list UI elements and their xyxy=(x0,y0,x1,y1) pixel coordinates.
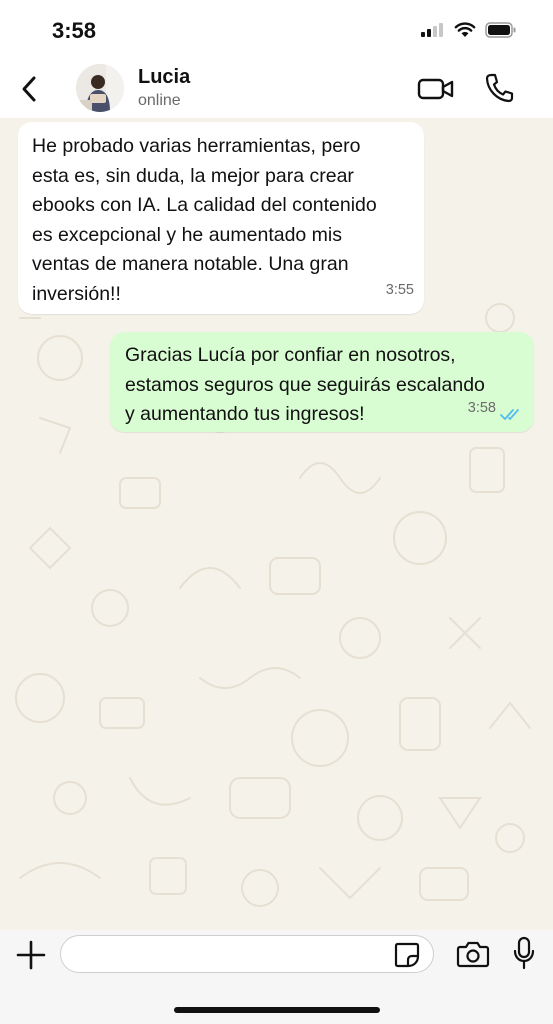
phone-icon[interactable] xyxy=(484,72,514,104)
chat-area[interactable]: He probado varias herramientas, pero est… xyxy=(0,118,553,930)
status-bar: 3:58 xyxy=(0,0,553,60)
avatar[interactable] xyxy=(76,64,124,112)
chat-header: Lucia online xyxy=(0,60,553,118)
double-check-read-icon xyxy=(500,409,519,420)
battery-icon xyxy=(485,22,516,38)
cellular-signal-icon xyxy=(421,23,443,37)
status-icons xyxy=(421,22,517,38)
microphone-icon[interactable] xyxy=(512,936,536,970)
video-camera-icon[interactable] xyxy=(417,74,455,104)
contact-photo xyxy=(76,64,124,112)
wifi-icon xyxy=(454,22,476,37)
chevron-left-icon[interactable] xyxy=(16,72,44,106)
camera-icon[interactable] xyxy=(456,939,490,969)
contact-name[interactable]: Lucia xyxy=(138,66,190,89)
message-time: 3:55 xyxy=(385,281,414,298)
contact-status: online xyxy=(138,92,181,109)
outgoing-message[interactable]: Gracias Lucía por confiar en nosotros, e… xyxy=(110,332,534,432)
status-time: 3:58 xyxy=(52,18,97,43)
input-bar xyxy=(0,930,553,1024)
message-input[interactable] xyxy=(60,935,434,973)
message-text: He probado varias herramientas, pero est… xyxy=(32,135,377,305)
message-time: 3:58 xyxy=(467,399,496,416)
incoming-message[interactable]: He probado varias herramientas, pero est… xyxy=(18,122,424,314)
home-indicator xyxy=(174,1007,380,1013)
plus-icon[interactable] xyxy=(16,940,46,970)
sticker-icon[interactable] xyxy=(393,941,421,969)
message-text: Gracias Lucía por confiar en nosotros, e… xyxy=(125,344,485,425)
